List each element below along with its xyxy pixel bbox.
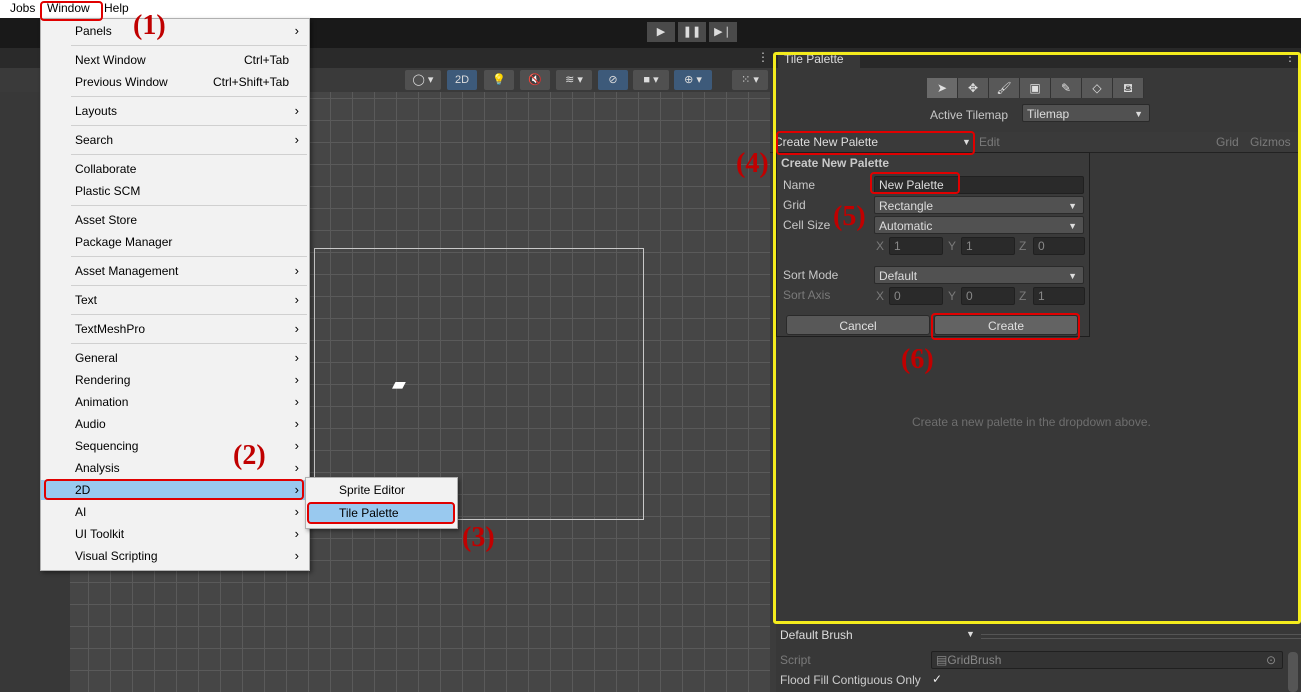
audio-icon: 🔇 [528, 74, 542, 86]
globe-icon: ⊕ ▾ [684, 74, 702, 86]
brush-inspector: Default Brush ▼ Script ▤GridBrush ⊙ Flood … [776, 624, 1301, 692]
menu-jobs[interactable]: Jobs [10, 1, 35, 15]
brush-dropdown[interactable]: Default Brush ▼ [780, 628, 976, 644]
annotation-box-2d [44, 479, 304, 500]
menu-item-panels[interactable]: Panels › [41, 21, 309, 41]
menu-divider [71, 256, 307, 257]
annotation-box-name [870, 172, 960, 194]
menu-item-animation[interactable]: Animation › [41, 392, 309, 412]
annotation-step-4: (4) [736, 148, 769, 179]
menu-divider [71, 314, 307, 315]
target-icon[interactable]: ⊙ [1266, 652, 1276, 668]
menu-item-asset-management[interactable]: Asset Management › [41, 261, 309, 281]
menu-divider [71, 154, 307, 155]
script-field: ▤GridBrush ⊙ [931, 651, 1283, 669]
overlay-button[interactable]: ⁙ ▾ [732, 70, 768, 90]
play-icon: ▶ [656, 26, 666, 38]
menu-item-audio[interactable]: Audio › [41, 414, 309, 434]
menu-divider [71, 125, 307, 126]
step-icon: ▶❘ [714, 26, 732, 38]
menu-item-layouts[interactable]: Layouts › [41, 101, 309, 121]
eye-off-icon: ⊘ [608, 74, 618, 86]
grid-dots-icon: ⁙ ▾ [741, 74, 759, 86]
menu-item-ui-toolkit[interactable]: UI Toolkit › [41, 524, 309, 544]
sphere-icon: ◯ ▾ [412, 74, 434, 86]
layers-icon: ≋ ▾ [565, 74, 583, 86]
menu-item-plastic-scm[interactable]: Plastic SCM [41, 181, 309, 201]
pause-button[interactable]: ❚❚ [678, 22, 706, 42]
chevron-down-icon: ▼ [966, 629, 975, 639]
scrollbar[interactable] [1288, 652, 1298, 692]
menu-item-rendering[interactable]: Rendering › [41, 370, 309, 390]
flood-fill-checkbox[interactable]: ✓ [932, 672, 942, 686]
menu-item-visual-scripting[interactable]: Visual Scripting › [41, 546, 309, 566]
menu-item-previous-window[interactable]: Previous Window Ctrl+Shift+Tab [41, 72, 309, 92]
menu-item-textmeshpro[interactable]: TextMeshPro › [41, 319, 309, 339]
lighting-button[interactable]: 💡 [484, 70, 514, 90]
menu-item-ai[interactable]: AI › [41, 502, 309, 522]
annotation-step-6: (6) [901, 344, 934, 375]
script-label: Script [780, 653, 811, 667]
menu-item-text[interactable]: Text › [41, 290, 309, 310]
menu-item-sequencing[interactable]: Sequencing › [41, 436, 309, 456]
menu-divider [71, 96, 307, 97]
camera-icon: ■ ▾ [643, 74, 659, 86]
annotation-step-1: (1) [133, 10, 166, 41]
step-button[interactable]: ▶❘ [709, 22, 737, 42]
menu-divider [71, 205, 307, 206]
annotation-box-palette-dropdown [776, 131, 975, 155]
submenu-item-sprite-editor[interactable]: Sprite Editor [308, 480, 454, 500]
menu-bar: Jobs Window Help [0, 0, 1301, 18]
annotation-box-create [931, 313, 1080, 340]
effects-button[interactable]: ≋ ▾ [556, 70, 592, 90]
menu-item-general[interactable]: General › [41, 348, 309, 368]
menu-divider [71, 285, 307, 286]
mode-2d-button[interactable]: 2D [447, 70, 477, 90]
annotation-box-window [40, 1, 103, 21]
camera-icon: ▰ [392, 374, 406, 394]
annotation-step-5: (5) [833, 201, 866, 232]
script-icon: ▤ [936, 653, 948, 667]
play-button[interactable]: ▶ [647, 22, 675, 42]
gizmos-button[interactable]: ⊕ ▾ [674, 70, 712, 90]
visibility-button[interactable]: ⊘ [598, 70, 628, 90]
lightbulb-icon: 💡 [492, 74, 506, 86]
menu-item-package-manager[interactable]: Package Manager [41, 232, 309, 252]
shading-mode-button[interactable]: ◯ ▾ [405, 70, 441, 90]
menu-item-asset-store[interactable]: Asset Store [41, 210, 309, 230]
kebab-menu-icon[interactable]: ⋮ [757, 50, 769, 64]
annotation-step-3: (3) [462, 522, 495, 553]
flood-fill-label: Flood Fill Contiguous Only [780, 673, 921, 687]
splitter-handle[interactable] [981, 634, 1301, 639]
menu-divider [71, 45, 307, 46]
camera-button[interactable]: ■ ▾ [633, 70, 669, 90]
menu-help[interactable]: Help [104, 1, 129, 15]
menu-divider [71, 343, 307, 344]
menu-item-next-window[interactable]: Next Window Ctrl+Tab [41, 50, 309, 70]
audio-button[interactable]: 🔇 [520, 70, 550, 90]
menu-item-analysis[interactable]: Analysis › [41, 458, 309, 478]
menu-item-search[interactable]: Search › [41, 130, 309, 150]
menu-item-collaborate[interactable]: Collaborate [41, 159, 309, 179]
pause-icon: ❚❚ [682, 26, 702, 38]
annotation-step-2: (2) [233, 440, 266, 471]
annotation-box-tile-palette [307, 502, 455, 524]
